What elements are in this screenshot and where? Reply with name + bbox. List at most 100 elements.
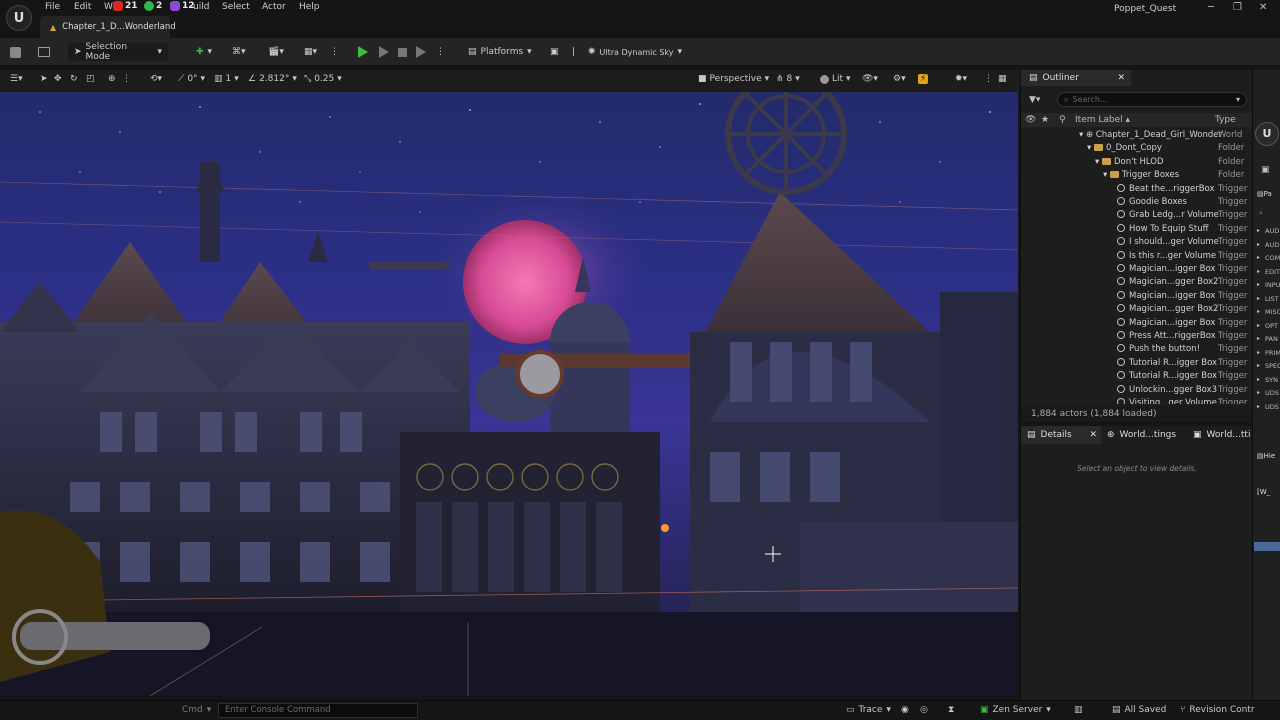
expand-arrow-icon[interactable]: ▸ (1257, 295, 1260, 302)
right-panel-category[interactable]: SYN (1265, 376, 1278, 384)
scene-render[interactable] (0, 92, 1018, 696)
outliner-row[interactable]: Visiting...ger Volume Trigger (1021, 397, 1253, 404)
minimize-icon[interactable]: ─ (1208, 2, 1214, 13)
view-mode-dropdown[interactable]: Lit ▾ (820, 74, 851, 84)
viewport-menu-icon[interactable]: ☰▾ (10, 74, 23, 84)
right-panel-category[interactable]: PAN (1265, 335, 1278, 343)
add-actor-icon[interactable]: ✚ ▾ (196, 43, 212, 61)
right-panel-category[interactable]: EDIT (1265, 268, 1280, 276)
outliner-row[interactable]: ▾ 0_Dont_Copy Folder (1021, 142, 1253, 155)
expand-arrow-icon[interactable]: ▸ (1257, 268, 1260, 275)
menu-help[interactable]: Help (299, 2, 320, 12)
derived-data-icon[interactable]: ⧗ (948, 705, 954, 715)
save-icon[interactable]: ▣ (1261, 165, 1270, 175)
level-viewport[interactable] (0, 92, 1018, 696)
perspective-dropdown[interactable]: ■ Perspective ▾ (698, 74, 769, 84)
right-panel-category[interactable]: OPT (1265, 322, 1278, 330)
content-browser-icon[interactable] (38, 43, 50, 61)
unreal-logo-icon[interactable]: U (1255, 122, 1279, 146)
expand-arrow-icon[interactable]: ▸ (1257, 362, 1260, 369)
scale-snap[interactable]: ⤡ 0.25 ▾ (304, 74, 342, 84)
camera-icon[interactable]: ◎ (920, 705, 928, 715)
right-panel-category[interactable]: PRIM (1265, 349, 1280, 357)
save-icon[interactable] (10, 43, 21, 61)
world-space-icon[interactable]: ⊕ (108, 74, 116, 84)
settings-icon[interactable]: ▣ (550, 43, 559, 61)
platforms-dropdown[interactable]: ▤ Platforms ▾ (468, 43, 532, 61)
right-panel-category[interactable]: UDS (1265, 403, 1279, 411)
outliner-row[interactable]: Magician...gger Box2 Trigger (1021, 303, 1253, 316)
world-settings-tab[interactable]: ⊕ World...tings (1107, 426, 1176, 444)
outliner-row[interactable]: I should...ger Volume Trigger (1021, 236, 1253, 249)
menu-window[interactable]: W (104, 2, 113, 12)
cinematics-icon[interactable]: 🎬︎▾ (268, 43, 284, 61)
grid-snap[interactable]: ▥ 1 ▾ (214, 74, 239, 84)
record-icon[interactable]: ◉ (901, 705, 909, 715)
expand-arrow-icon[interactable]: ▸ (1257, 227, 1260, 234)
realtime-toggle-icon[interactable]: ⚡ (918, 74, 929, 84)
rotation-snap[interactable]: ⟋ 0° ▾ (178, 74, 205, 84)
outliner-row[interactable]: Is this r...ger Volume Trigger (1021, 250, 1253, 263)
outliner-row[interactable]: Goodie Boxes Trigger (1021, 196, 1253, 209)
menu-build[interactable]: uild (193, 2, 209, 12)
surface-snap-icon[interactable]: ⟲▾ (150, 74, 162, 84)
expand-arrow-icon[interactable]: ▸ (1257, 322, 1260, 329)
right-panel-category[interactable]: AUD (1265, 227, 1279, 235)
menu-actor[interactable]: Actor (262, 2, 286, 12)
unreal-logo-icon[interactable]: U (6, 5, 32, 31)
camera-speed-dropdown[interactable]: ⋔ 8 ▾ (776, 74, 800, 84)
outliner-row[interactable]: Magician...igger Box Trigger (1021, 317, 1253, 330)
expand-arrow-icon[interactable]: ▸ (1257, 335, 1260, 342)
play-button[interactable] (358, 43, 368, 61)
outliner-row[interactable]: ▾ ⊕ Chapter_1_Dead_Girl_Wonder World (1021, 129, 1253, 142)
source-control-icon[interactable]: ▥ (1074, 705, 1083, 715)
blueprint-icon[interactable]: ⌘▾ (232, 43, 246, 61)
close-tab-icon[interactable]: ✕ (1089, 430, 1097, 440)
expand-arrow-icon[interactable]: ▸ (1257, 389, 1260, 396)
outliner-row[interactable]: Tutorial R...igger Box Trigger (1021, 357, 1253, 370)
outliner-row[interactable]: Beat the...riggerBox Trigger (1021, 183, 1253, 196)
expand-arrow-icon[interactable]: ▸ (1257, 281, 1260, 288)
scale-tool-icon[interactable]: ◰ (86, 74, 95, 84)
trace-dropdown[interactable]: ▭ Trace ▾ (846, 705, 891, 715)
zen-server-status[interactable]: ▣ Zen Server ▾ (980, 705, 1051, 715)
menu-file[interactable]: File (45, 2, 60, 12)
right-panel-category[interactable]: SPEC (1265, 362, 1280, 370)
outliner-row[interactable]: Press Att...riggerBox Trigger (1021, 330, 1253, 343)
stop-button[interactable] (398, 43, 407, 61)
menu-select[interactable]: Select (222, 2, 250, 12)
right-panel-category[interactable]: MISC (1265, 308, 1280, 316)
expand-arrow-icon[interactable]: ▸ (1257, 241, 1260, 248)
play-next-frame-button[interactable] (379, 43, 389, 61)
outliner-row[interactable]: Magician...igger Box Trigger (1021, 263, 1253, 276)
maximize-icon[interactable]: ❐ (1233, 2, 1242, 13)
revision-control-status[interactable]: ⑂ Revision Contr (1180, 705, 1255, 715)
expand-arrow-icon[interactable]: ▾ (1103, 170, 1110, 180)
right-panel-category[interactable]: AUD (1265, 241, 1279, 249)
hierarchy-item[interactable]: [W_ (1257, 488, 1270, 496)
more-options-icon[interactable]: ⋮ (330, 43, 339, 61)
world-settings-tab-2[interactable]: ▣ World...tti (1193, 426, 1250, 444)
expand-arrow-icon[interactable]: ▾ (1095, 157, 1102, 167)
ultra-dynamic-sky-dropdown[interactable]: ✺ Ultra Dynamic Sky ▾ (588, 43, 682, 61)
eject-button[interactable] (416, 43, 426, 61)
outliner-row[interactable]: ▾ Trigger Boxes Folder (1021, 169, 1253, 182)
play-options-icon[interactable]: ⋮ (436, 43, 445, 61)
save-status[interactable]: ▤ All Saved (1112, 705, 1166, 715)
expand-arrow-icon[interactable]: ▸ (1257, 376, 1260, 383)
expand-arrow-icon[interactable]: ▸ (1257, 308, 1260, 315)
search-icon[interactable]: ⌕ (1259, 209, 1263, 218)
details-tab[interactable]: ▤ Details ✕ (1021, 426, 1101, 444)
outliner-row[interactable]: Tutorial R...igger Box Trigger (1021, 370, 1253, 383)
rotate-tool-icon[interactable]: ↻ (70, 74, 78, 84)
expand-arrow-icon[interactable]: ▾ (1079, 130, 1086, 140)
expand-arrow-icon[interactable]: ▸ (1257, 403, 1260, 410)
close-window-icon[interactable]: ✕ (1259, 2, 1267, 13)
level-tab[interactable]: ▲ Chapter_1_D...Wonderland (40, 16, 176, 38)
expand-arrow-icon[interactable]: ▾ (1087, 143, 1094, 153)
show-flags-icon[interactable]: 👁︎▾ (862, 74, 878, 84)
modes-icon[interactable]: ▦▾ (304, 43, 317, 61)
select-tool-icon[interactable]: ➤ (40, 74, 48, 84)
right-panel-category[interactable]: COM (1265, 254, 1280, 262)
performance-icon[interactable]: ⚙▾ (893, 74, 906, 84)
